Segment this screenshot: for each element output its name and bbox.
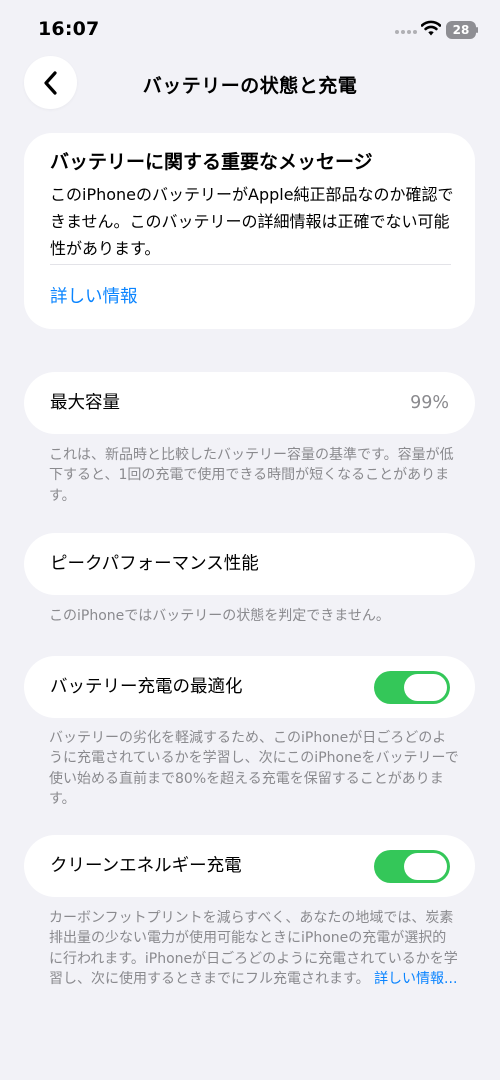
clean-energy-more-info-link[interactable]: 詳しい情報...: [374, 971, 457, 987]
message-body: このiPhoneのバッテリーがApple純正部品なのか確認できません。このバッテ…: [50, 185, 454, 258]
peak-performance-label: ピークパフォーマンス性能: [50, 554, 259, 574]
peak-performance-row: ピークパフォーマンス性能: [24, 533, 475, 595]
signal-dots-icon: [395, 30, 417, 36]
optimized-charging-label: バッテリー充電の最適化: [50, 677, 243, 697]
battery-nub: [476, 27, 478, 33]
page-title: バッテリーの状態と充電: [142, 75, 358, 97]
more-info-link[interactable]: 詳しい情報: [50, 283, 138, 308]
status-bar: 16:07 28: [0, 0, 500, 56]
optimized-charging-footnote: バッテリーの劣化を軽減するため、このiPhoneが日ごろどのように充電されている…: [49, 730, 459, 808]
peak-performance-footnote: このiPhoneではバッテリーの状態を判定できません。: [49, 608, 390, 624]
battery-icon: 28: [446, 21, 476, 39]
max-capacity-label: 最大容量: [50, 393, 120, 413]
max-capacity-row: 最大容量 99%: [24, 372, 475, 434]
status-time: 16:07: [38, 18, 100, 40]
toggle-knob: [404, 853, 447, 880]
battery-level: 28: [452, 23, 470, 37]
message-title: バッテリーに関する重要なメッセージ: [50, 151, 373, 173]
optimized-charging-row: バッテリー充電の最適化: [24, 656, 475, 718]
toggle-knob: [404, 674, 447, 701]
max-capacity-footnote: これは、新品時と比較したバッテリー容量の基準です。容量が低下すると、1回の充電で…: [49, 447, 454, 504]
max-capacity-value: 99%: [410, 393, 449, 413]
divider: [50, 264, 451, 265]
important-message-card: バッテリーに関する重要なメッセージ このiPhoneのバッテリーがApple純正…: [24, 133, 475, 329]
wifi-icon: [421, 20, 441, 36]
clean-energy-footnote: カーボンフットプリントを減らすべく、あなたの地域では、炭素排出量の少ない電力が使…: [49, 908, 459, 990]
optimized-charging-toggle[interactable]: [374, 671, 450, 704]
clean-energy-toggle[interactable]: [374, 850, 450, 883]
clean-energy-row: クリーンエネルギー充電: [24, 835, 475, 897]
clean-energy-label: クリーンエネルギー充電: [50, 856, 242, 876]
